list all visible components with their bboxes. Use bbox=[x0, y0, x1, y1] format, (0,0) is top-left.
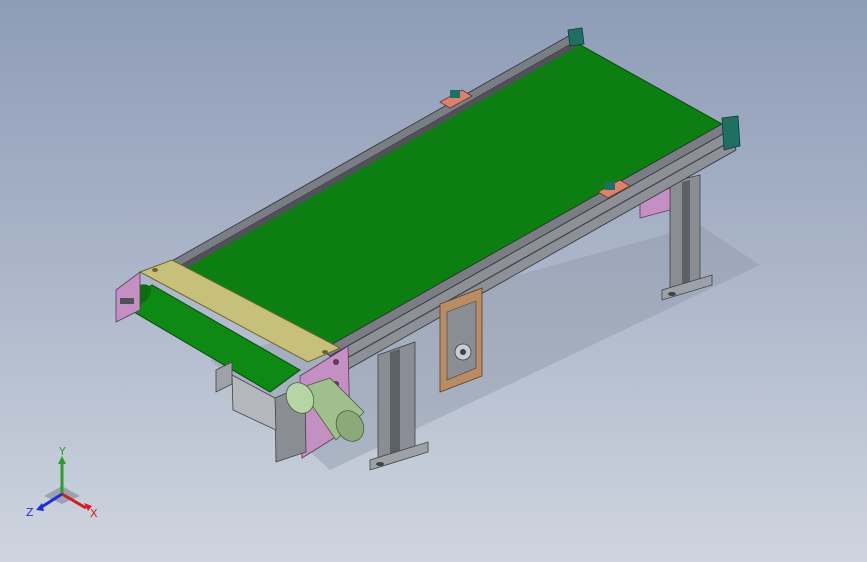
orientation-triad[interactable]: Y X Z bbox=[22, 446, 102, 526]
cad-viewport[interactable]: Y X Z bbox=[0, 0, 867, 562]
x-axis-label: X bbox=[90, 507, 98, 520]
conveyor-model[interactable] bbox=[0, 0, 867, 562]
center-bracket[interactable] bbox=[439, 287, 483, 393]
left-end-frame[interactable] bbox=[115, 271, 141, 323]
z-axis-arrow-icon bbox=[36, 503, 44, 511]
z-axis-label: Z bbox=[26, 506, 34, 519]
y-axis-label: Y bbox=[58, 446, 66, 458]
